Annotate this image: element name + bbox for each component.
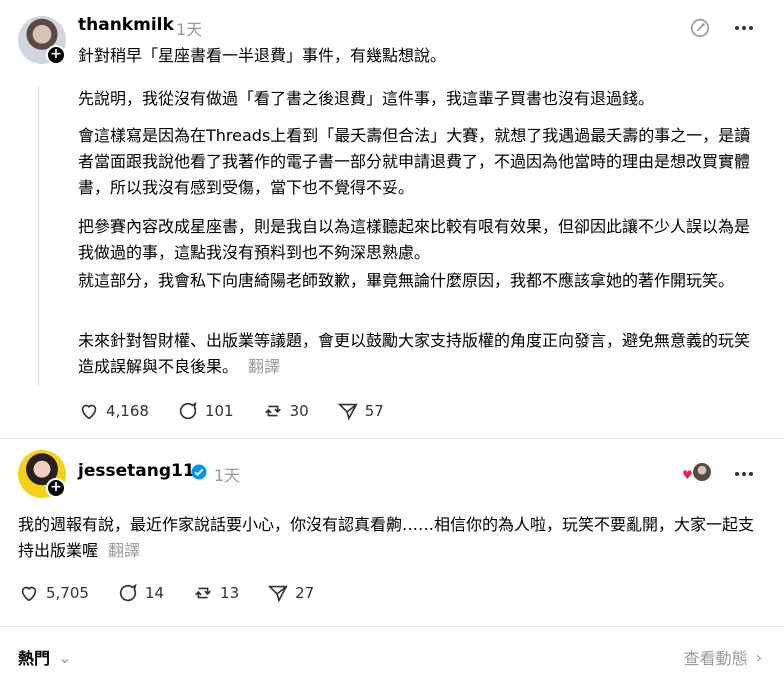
follow-plus-icon[interactable]: + <box>46 45 66 65</box>
comment-icon <box>179 401 197 420</box>
post-thankmilk: + thankmilk 1天 針對稍早「星座書看一半退費」事件，有幾點想說。 先… <box>0 0 784 438</box>
post-time[interactable]: 1天 <box>176 16 202 40</box>
share-button[interactable]: 27 <box>267 582 314 604</box>
repost-button[interactable]: 30 <box>262 400 309 422</box>
view-activity-link[interactable]: 查看動態 › <box>684 645 762 669</box>
post-paragraph: 把參賽內容改成星座書，則是我自以為這樣聽起來比較有哏有效果，但卻因此讓不少人誤以… <box>78 217 751 262</box>
post-intro: 針對稍早「星座書看一半退費」事件，有幾點想說。 <box>78 46 447 65</box>
more-icon[interactable] <box>732 16 756 40</box>
mini-avatar <box>692 462 712 482</box>
repost-button[interactable]: 13 <box>192 582 239 604</box>
like-button[interactable]: 5,705 <box>18 582 89 604</box>
action-bar: 4,168 101 30 57 <box>78 400 412 422</box>
heart-icon <box>81 404 97 420</box>
chevron-right-icon: › <box>755 647 762 667</box>
comment-icon <box>119 583 137 602</box>
reply-button[interactable]: 14 <box>117 582 164 604</box>
post-paragraph: 會這樣寫是因為在Threads上看到「最夭壽但合法」大賽，就想了我遇過最夭壽的事… <box>78 126 751 197</box>
view-activity-label: 查看動態 <box>683 649 748 668</box>
liked-by-author-icon: ♥ <box>682 460 714 484</box>
share-count: 57 <box>364 402 384 420</box>
like-count: 5,705 <box>46 584 89 602</box>
translate-link[interactable]: 翻譯 <box>108 541 140 560</box>
thread-line <box>38 86 39 386</box>
share-count: 27 <box>295 584 315 602</box>
translate-link[interactable]: 翻譯 <box>248 357 280 376</box>
like-button[interactable]: 4,168 <box>78 400 149 422</box>
send-icon <box>337 403 358 421</box>
repost-icon <box>264 405 281 417</box>
send-icon <box>267 585 288 603</box>
heart-icon <box>21 586 37 602</box>
repost-count: 13 <box>220 584 240 602</box>
follow-plus-icon[interactable]: + <box>46 478 66 498</box>
username[interactable]: jessetang11 <box>78 461 195 481</box>
verified-badge-icon <box>190 463 208 481</box>
sort-label: 熱門 <box>18 649 51 668</box>
share-button[interactable]: 57 <box>337 400 384 422</box>
sort-dropdown[interactable]: 熱門 ⌄ <box>18 645 71 669</box>
post-paragraph-text: 未來針對智財權、出版業等議題，會更以鼓勵大家支持版權的角度正向發言，避免無意義的… <box>78 331 751 376</box>
repost-icon <box>195 587 211 599</box>
reply-text: 我的週報有說，最近作家說話要小心，你沒有認真看齁……相信你的為人啦，玩笑不要亂開… <box>18 512 758 564</box>
more-icon[interactable] <box>732 462 756 486</box>
like-count: 4,168 <box>106 402 149 420</box>
post-paragraph: 先說明，我從沒有做過「看了書之後退費」這件事，我這輩子買書也沒有退過錢。 <box>78 89 655 108</box>
action-bar: 5,705 14 13 27 <box>18 582 342 604</box>
username[interactable]: thankmilk <box>78 15 174 35</box>
repost-count: 30 <box>289 402 309 420</box>
post-time[interactable]: 1天 <box>214 462 240 486</box>
post-paragraph: 就這部分，我會私下向唐綺陽老師致歉，畢竟無論什麼原因，我都不應該拿她的著作開玩笑… <box>78 271 735 290</box>
reply-button[interactable]: 101 <box>177 400 234 422</box>
edit-icon[interactable] <box>688 16 712 40</box>
reply-count: 101 <box>204 402 234 420</box>
reply-count: 14 <box>144 584 165 602</box>
divider <box>0 626 784 627</box>
chevron-down-icon: ⌄ <box>58 647 72 667</box>
post-paragraph-last: 未來針對智財權、出版業等議題，會更以鼓勵大家支持版權的角度正向發言，避免無意義的… <box>78 328 758 380</box>
